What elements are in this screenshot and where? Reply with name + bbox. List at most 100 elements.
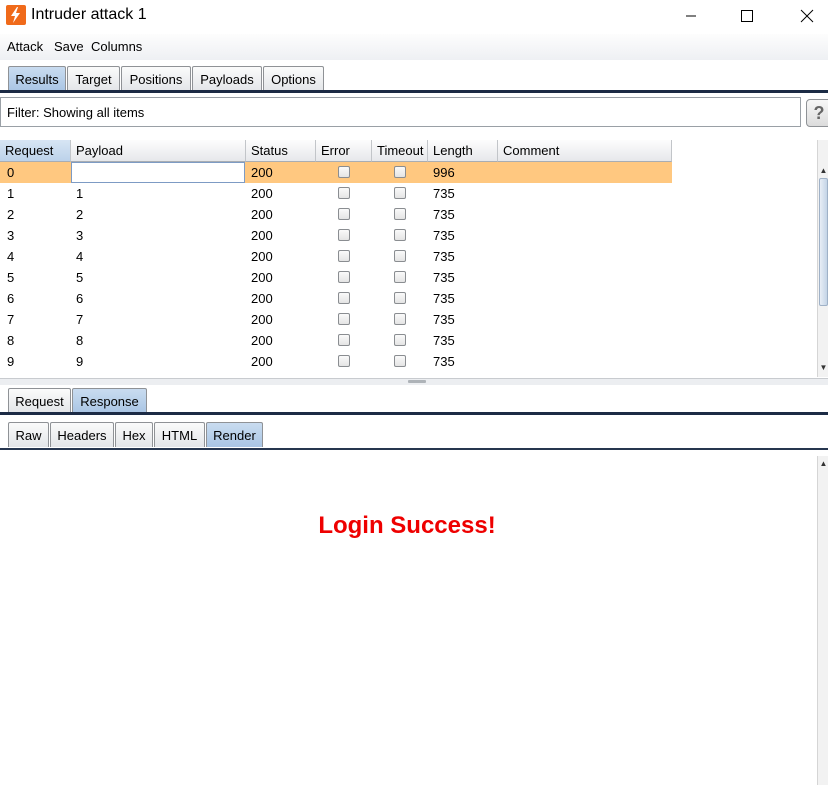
menu-columns[interactable]: Columns xyxy=(91,39,142,54)
table-row[interactable]: 0 200 996 xyxy=(0,162,672,183)
cell-status: 200 xyxy=(251,249,273,264)
login-success-message: Login Success! xyxy=(318,512,496,539)
tab-target[interactable]: Target xyxy=(67,66,120,91)
tab-render[interactable]: Render xyxy=(206,422,263,447)
error-checkbox xyxy=(338,334,350,346)
tab-html[interactable]: HTML xyxy=(154,422,205,447)
scroll-down-icon[interactable]: ▼ xyxy=(818,362,828,373)
table-scrollbar[interactable]: ▲ ▼ xyxy=(817,140,828,377)
table-row[interactable]: 6 6 200 735 xyxy=(0,288,672,309)
error-checkbox xyxy=(338,250,350,262)
cell-length: 735 xyxy=(433,186,455,201)
render-scrollbar[interactable]: ▲ xyxy=(817,456,828,785)
detail-tab-strip: Request Response xyxy=(0,387,828,415)
table-row[interactable]: 2 2 200 735 xyxy=(0,204,672,225)
timeout-checkbox xyxy=(394,355,406,367)
column-header-payload[interactable]: Payload xyxy=(71,140,246,162)
cell-payload: 7 xyxy=(76,312,84,327)
cell-request: 8 xyxy=(7,333,15,348)
column-header-status[interactable]: Status xyxy=(246,140,316,162)
table-row[interactable]: 3 3 200 735 xyxy=(0,225,672,246)
timeout-checkbox xyxy=(394,229,406,241)
table-row[interactable]: 4 4 200 735 xyxy=(0,246,672,267)
render-pane xyxy=(0,456,818,785)
menu-attack[interactable]: Attack xyxy=(7,39,43,54)
menu-save[interactable]: Save xyxy=(54,39,84,54)
cell-status: 200 xyxy=(251,312,273,327)
close-icon[interactable] xyxy=(784,0,828,32)
cell-length: 735 xyxy=(433,354,455,369)
cell-length: 996 xyxy=(433,165,455,180)
error-checkbox xyxy=(338,208,350,220)
table-row[interactable]: 7 7 200 735 xyxy=(0,309,672,330)
tab-hex[interactable]: Hex xyxy=(115,422,153,447)
tab-options[interactable]: Options xyxy=(263,66,324,91)
tab-positions[interactable]: Positions xyxy=(121,66,191,91)
column-header-error[interactable]: Error xyxy=(316,140,372,162)
maximize-icon[interactable] xyxy=(724,0,770,32)
timeout-checkbox xyxy=(394,187,406,199)
cell-length: 735 xyxy=(433,312,455,327)
cell-request: 0 xyxy=(7,165,15,180)
cell-request: 3 xyxy=(7,228,15,243)
error-checkbox xyxy=(338,166,350,178)
payload-cell-focus[interactable] xyxy=(71,162,245,183)
tab-response[interactable]: Response xyxy=(72,388,147,413)
view-tab-underline xyxy=(0,448,828,450)
table-row[interactable]: 1 1 200 735 xyxy=(0,183,672,204)
help-button[interactable]: ? xyxy=(806,99,828,127)
tab-payloads[interactable]: Payloads xyxy=(192,66,262,91)
cell-status: 200 xyxy=(251,291,273,306)
tab-headers[interactable]: Headers xyxy=(50,422,114,447)
cell-status: 200 xyxy=(251,165,273,180)
table-row[interactable]: 9 9 200 735 xyxy=(0,351,672,372)
cell-status: 200 xyxy=(251,207,273,222)
timeout-checkbox xyxy=(394,292,406,304)
cell-length: 735 xyxy=(433,249,455,264)
timeout-checkbox xyxy=(394,313,406,325)
table-row[interactable]: 8 8 200 735 xyxy=(0,330,672,351)
cell-request: 1 xyxy=(7,186,15,201)
timeout-checkbox xyxy=(394,250,406,262)
tab-request[interactable]: Request xyxy=(8,388,71,413)
filter-bar[interactable]: Filter: Showing all items xyxy=(0,97,801,127)
column-header-comment[interactable]: Comment xyxy=(498,140,672,162)
scroll-up-icon[interactable]: ▲ xyxy=(818,165,828,176)
cell-payload: 3 xyxy=(76,228,84,243)
error-checkbox xyxy=(338,355,350,367)
splitter-grip-icon[interactable] xyxy=(408,380,426,383)
column-header-request[interactable]: Request ▲ xyxy=(0,140,71,173)
column-header-length[interactable]: Length xyxy=(428,140,498,162)
error-checkbox xyxy=(338,229,350,241)
scroll-thumb[interactable] xyxy=(819,178,828,306)
cell-payload: 6 xyxy=(76,291,84,306)
cell-length: 735 xyxy=(433,270,455,285)
error-checkbox xyxy=(338,313,350,325)
tab-results[interactable]: Results xyxy=(8,66,66,91)
error-checkbox xyxy=(338,292,350,304)
cell-payload: 9 xyxy=(76,354,84,369)
cell-payload: 5 xyxy=(76,270,84,285)
cell-length: 735 xyxy=(433,333,455,348)
cell-request: 6 xyxy=(7,291,15,306)
view-tab-strip: Raw Headers Hex HTML Render xyxy=(0,421,828,451)
render-scroll-up-icon[interactable]: ▲ xyxy=(818,458,828,469)
cell-length: 735 xyxy=(433,228,455,243)
minimize-icon[interactable] xyxy=(668,0,714,32)
cell-request: 4 xyxy=(7,249,15,264)
cell-status: 200 xyxy=(251,270,273,285)
cell-status: 200 xyxy=(251,333,273,348)
cell-length: 735 xyxy=(433,291,455,306)
cell-payload: 8 xyxy=(76,333,84,348)
cell-status: 200 xyxy=(251,354,273,369)
error-checkbox xyxy=(338,187,350,199)
cell-request: 7 xyxy=(7,312,15,327)
cell-status: 200 xyxy=(251,186,273,201)
cell-payload: 4 xyxy=(76,249,84,264)
cell-request: 5 xyxy=(7,270,15,285)
tab-raw[interactable]: Raw xyxy=(8,422,49,447)
table-row[interactable]: 5 5 200 735 xyxy=(0,267,672,288)
column-header-timeout[interactable]: Timeout xyxy=(372,140,428,162)
timeout-checkbox xyxy=(394,334,406,346)
detail-tab-underline xyxy=(0,412,828,415)
